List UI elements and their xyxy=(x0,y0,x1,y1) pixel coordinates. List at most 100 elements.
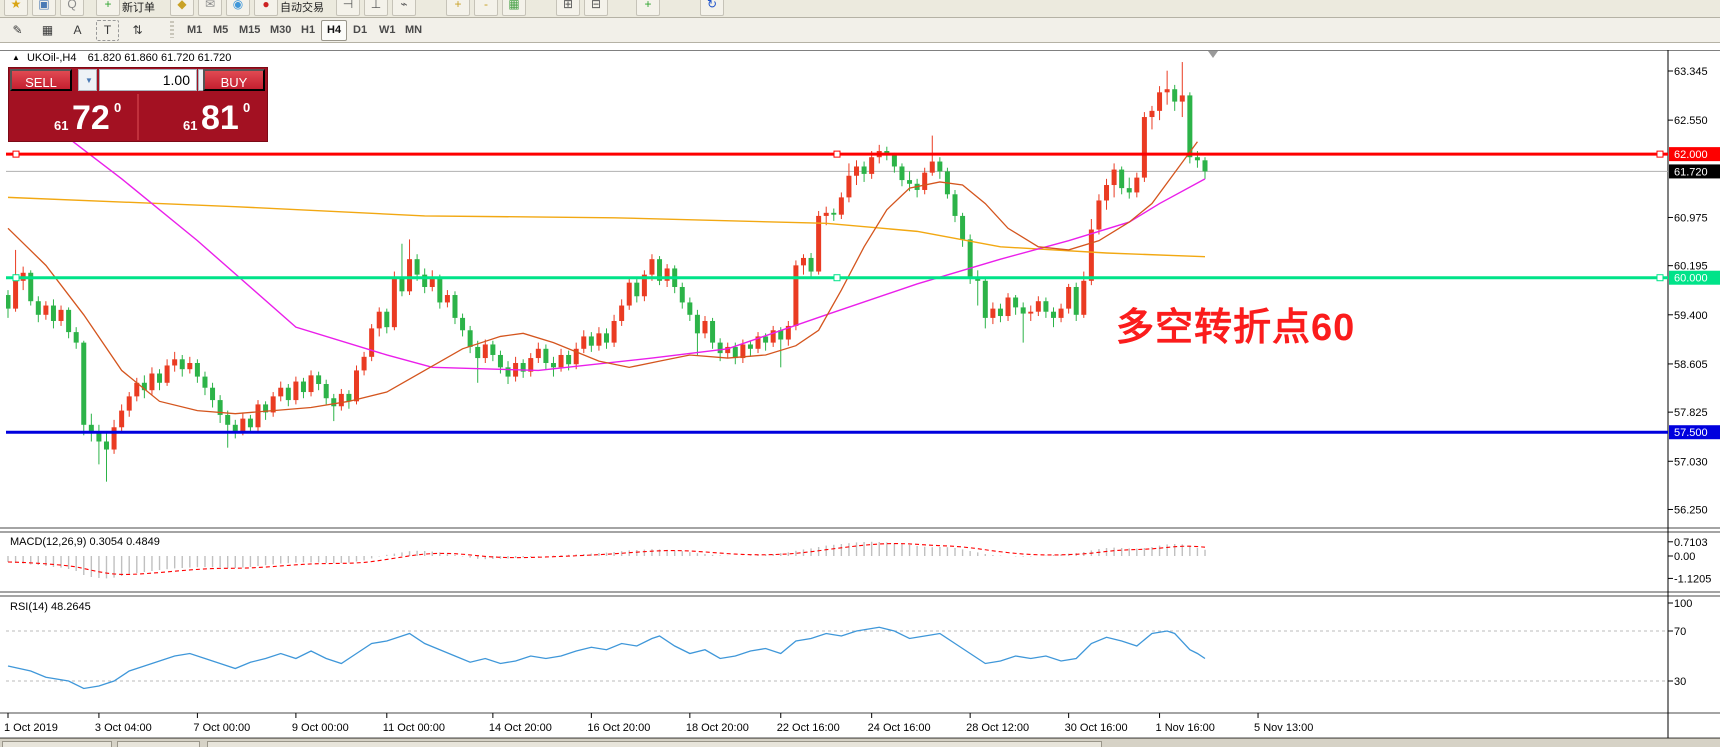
candle xyxy=(581,336,586,348)
svg-text:60.000: 60.000 xyxy=(1674,273,1708,285)
candle xyxy=(612,321,617,343)
status-cell xyxy=(117,741,200,747)
candle xyxy=(362,357,367,371)
candle xyxy=(248,419,253,428)
autotrading-icon-label[interactable]: 自动交易 xyxy=(280,0,324,15)
candle xyxy=(634,283,639,297)
candle xyxy=(983,281,988,318)
line-handle[interactable] xyxy=(13,275,19,281)
line-handle[interactable] xyxy=(1657,151,1663,157)
svg-text:60.975: 60.975 xyxy=(1674,212,1708,224)
buy-price-display[interactable]: 61 81 0 xyxy=(139,94,266,140)
volume-decrease-button[interactable]: ▼ xyxy=(78,69,97,91)
arrows-tool-icon[interactable]: ⇅ xyxy=(126,20,149,41)
toolbar-grip[interactable] xyxy=(170,21,174,38)
favorites-icon[interactable]: ★ xyxy=(4,0,28,16)
candle xyxy=(149,374,154,391)
candle xyxy=(793,265,798,326)
candle xyxy=(43,306,48,315)
zoom-out-icon[interactable]: - xyxy=(474,0,498,16)
crosshair-tool-icon[interactable]: ▦ xyxy=(36,20,59,41)
candle xyxy=(899,166,904,180)
svg-text:11 Oct 00:00: 11 Oct 00:00 xyxy=(383,722,445,734)
chart-canvas[interactable]: 63.34562.55060.97560.19559.40058.60557.8… xyxy=(0,50,1720,747)
candle xyxy=(354,370,359,401)
svg-text:14 Oct 20:00: 14 Oct 20:00 xyxy=(489,722,552,734)
candle xyxy=(998,309,1003,316)
candle xyxy=(278,388,283,397)
svg-text:3 Oct 04:00: 3 Oct 04:00 xyxy=(95,722,152,734)
chart-candles-icon[interactable]: ⊥ xyxy=(364,0,388,16)
svg-text:70: 70 xyxy=(1674,626,1686,638)
candle xyxy=(589,336,594,345)
candle xyxy=(1104,185,1109,200)
periods-icon[interactable]: ⊟ xyxy=(584,0,608,16)
sell-price-small: 61 xyxy=(54,118,68,133)
candle xyxy=(1081,281,1086,315)
refresh-icon[interactable]: ↻ xyxy=(700,0,724,16)
timeframe-button-m5[interactable]: M5 xyxy=(207,20,234,41)
candle xyxy=(990,309,995,318)
indicators-icon[interactable]: ⊞ xyxy=(556,0,580,16)
buy-price-sup: 0 xyxy=(243,100,250,115)
mailbox-icon[interactable]: ✉ xyxy=(198,0,222,16)
candle xyxy=(210,388,215,400)
community-icon[interactable]: ◉ xyxy=(226,0,250,16)
candle xyxy=(1112,170,1117,185)
chart-line-icon[interactable]: ⌁ xyxy=(392,0,416,16)
line-handle[interactable] xyxy=(1657,275,1663,281)
zoom-in-icon[interactable]: + xyxy=(446,0,470,16)
styles-icon[interactable]: ◆ xyxy=(170,0,194,16)
candle xyxy=(1142,117,1147,178)
timeframe-button-m15[interactable]: M15 xyxy=(233,20,266,41)
timeframe-button-h1[interactable]: H1 xyxy=(295,20,321,41)
buy-button[interactable]: BUY xyxy=(203,69,265,91)
collapse-triangle-icon[interactable]: ▲ xyxy=(12,53,20,62)
label-tool-icon[interactable]: T xyxy=(96,20,119,41)
candle xyxy=(202,377,207,388)
rsi-label: RSI(14) 48.2645 xyxy=(10,601,91,613)
symbol-ohlc-line: ▲ UKOil-,H4 61.820 61.860 61.720 61.720 xyxy=(12,52,231,64)
timeframe-button-m30[interactable]: M30 xyxy=(264,20,297,41)
new-order-icon-label[interactable]: 新订单 xyxy=(122,0,155,15)
add-indicator-icon[interactable]: + xyxy=(636,0,660,16)
macd-label: MACD(12,26,9) 0.3054 0.4849 xyxy=(10,536,160,548)
tile-windows-icon[interactable]: ▦ xyxy=(502,0,526,16)
candle xyxy=(66,310,71,332)
candle xyxy=(59,310,64,321)
timeframe-button-mn[interactable]: MN xyxy=(399,20,428,41)
candle xyxy=(566,355,571,364)
autotrading-icon[interactable]: ● xyxy=(254,0,278,16)
timeframe-button-d1[interactable]: D1 xyxy=(347,20,373,41)
svg-text:9 Oct 00:00: 9 Oct 00:00 xyxy=(292,722,349,734)
text-tool-icon[interactable]: A xyxy=(66,20,89,41)
cursor-tool-icon[interactable]: ✎ xyxy=(6,20,29,41)
chart-bars-icon[interactable]: ⊣ xyxy=(336,0,360,16)
candle xyxy=(112,427,117,449)
candle xyxy=(180,359,185,369)
timeframe-button-m1[interactable]: M1 xyxy=(181,20,208,41)
line-handle[interactable] xyxy=(834,275,840,281)
svg-text:0.00: 0.00 xyxy=(1674,551,1695,563)
volume-input[interactable] xyxy=(99,69,197,91)
svg-text:24 Oct 16:00: 24 Oct 16:00 xyxy=(868,722,931,734)
candle xyxy=(733,347,738,358)
line-handle[interactable] xyxy=(13,151,19,157)
sell-price-display[interactable]: 61 72 0 xyxy=(10,94,139,140)
candle xyxy=(801,258,806,265)
line-handle[interactable] xyxy=(834,151,840,157)
sell-button[interactable]: SELL xyxy=(10,69,72,91)
candle xyxy=(922,173,927,190)
timeframe-button-w1[interactable]: W1 xyxy=(373,20,402,41)
candle xyxy=(225,415,230,425)
candle xyxy=(460,318,465,330)
candle xyxy=(937,162,942,172)
chart-text-annotation[interactable]: 多空转折点60 xyxy=(1116,296,1355,351)
new-window-icon[interactable]: ▣ xyxy=(32,0,56,16)
candle xyxy=(1089,230,1094,281)
candle xyxy=(51,306,56,321)
search-icon[interactable]: Q xyxy=(60,0,84,16)
new-order-icon[interactable]: + xyxy=(96,0,120,16)
timeframe-button-h4[interactable]: H4 xyxy=(321,20,347,41)
candle xyxy=(702,321,707,333)
